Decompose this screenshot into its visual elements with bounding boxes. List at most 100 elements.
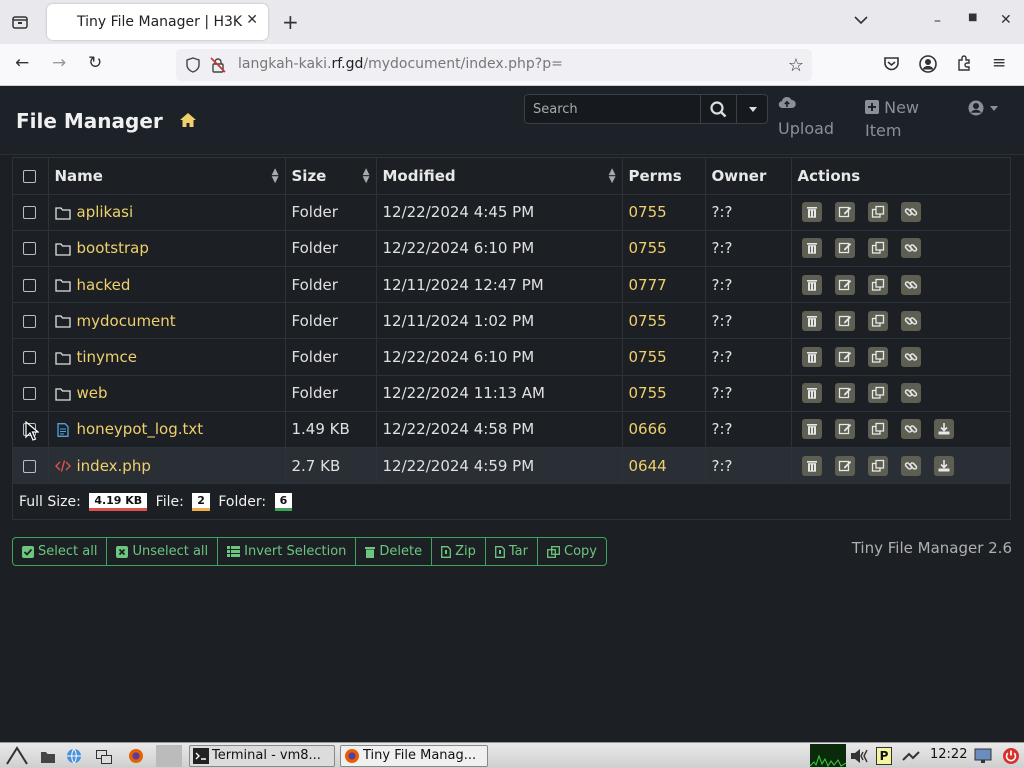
browser-tab-active[interactable]: Tiny File Manager | H3K ✕ <box>47 4 268 40</box>
table-row[interactable]: index.php 2.7 KB 12/22/2024 4:59 PM 0644… <box>13 447 1010 485</box>
search-dropdown-button[interactable] <box>736 95 768 123</box>
windows-icon[interactable] <box>96 749 112 768</box>
delete-action-button[interactable] <box>801 455 822 476</box>
account-icon[interactable] <box>919 55 937 77</box>
taskbar-browser[interactable]: Tiny File Manag... <box>340 745 488 767</box>
taskbar-clock[interactable]: 12:22 <box>930 747 967 762</box>
zip-button[interactable]: Zip <box>432 538 486 565</box>
row-checkbox[interactable] <box>23 314 36 328</box>
power-icon[interactable] <box>1002 747 1020 768</box>
file-name-link[interactable]: bootstrap <box>77 239 149 257</box>
select-all-checkbox[interactable] <box>23 169 36 183</box>
copy-action-button[interactable] <box>867 419 888 440</box>
delete-action-button[interactable] <box>801 419 822 440</box>
file-name-cell[interactable]: bootstrap <box>48 230 286 268</box>
column-header-name[interactable]: Name ▲ ▼ <box>48 158 286 195</box>
taskbar-terminal[interactable]: Terminal - vm8... <box>189 745 335 767</box>
display-icon[interactable] <box>974 748 992 768</box>
rename-action-button[interactable] <box>834 347 855 368</box>
direct-link-action-button[interactable] <box>900 455 921 476</box>
file-perms[interactable]: 0755 <box>622 194 706 231</box>
file-name-cell[interactable]: hacked <box>48 266 286 304</box>
file-name-cell[interactable]: aplikasi <box>48 194 286 231</box>
shield-icon[interactable] <box>185 57 201 77</box>
table-row[interactable]: honeypot_log.txt 1.49 KB 12/22/2024 4:58… <box>13 411 1010 449</box>
home-icon[interactable] <box>178 110 198 130</box>
column-header-modified[interactable]: Modified ▲ ▼ <box>376 158 623 195</box>
files-icon[interactable] <box>40 749 56 768</box>
file-name-link[interactable]: index.php <box>77 457 151 475</box>
row-checkbox[interactable] <box>23 459 36 473</box>
delete-action-button[interactable] <box>801 274 822 295</box>
search-input[interactable] <box>525 95 699 123</box>
row-checkbox[interactable] <box>23 351 36 365</box>
file-perms[interactable]: 0755 <box>622 375 706 412</box>
rename-action-button[interactable] <box>834 274 855 295</box>
file-name-cell[interactable]: web <box>48 375 286 412</box>
minimize-window-icon[interactable]: – <box>934 14 941 28</box>
download-action-button[interactable] <box>933 455 954 476</box>
copy-action-button[interactable] <box>867 310 888 331</box>
table-row[interactable]: mydocument Folder 12/11/2024 1:02 PM 075… <box>13 302 1010 340</box>
rename-action-button[interactable] <box>834 310 855 331</box>
column-header-size[interactable]: Size ▲ ▼ <box>285 158 377 195</box>
insecure-lock-icon[interactable] <box>210 57 226 77</box>
rename-action-button[interactable] <box>834 455 855 476</box>
file-perms[interactable]: 0755 <box>622 338 706 376</box>
rename-action-button[interactable] <box>834 202 855 223</box>
file-name-cell[interactable]: honeypot_log.txt <box>48 411 286 449</box>
delete-action-button[interactable] <box>801 347 822 368</box>
copy-action-button[interactable] <box>867 238 888 259</box>
copy-action-button[interactable] <box>867 347 888 368</box>
copy-action-button[interactable] <box>867 455 888 476</box>
table-row[interactable]: bootstrap Folder 12/22/2024 6:10 PM 0755… <box>13 230 1010 268</box>
reload-icon[interactable]: ↻ <box>88 55 102 72</box>
delete-button[interactable]: Delete <box>356 538 433 565</box>
user-menu[interactable] <box>966 98 1002 118</box>
file-perms[interactable]: 0666 <box>622 411 706 449</box>
sort-icon[interactable]: ▲ ▼ <box>609 168 616 185</box>
copy-action-button[interactable] <box>867 274 888 295</box>
close-tab-icon[interactable]: ✕ <box>246 12 258 28</box>
sort-icon[interactable]: ▲ ▼ <box>272 168 279 185</box>
bookmark-star-icon[interactable]: ☆ <box>788 55 804 76</box>
forward-icon[interactable]: → <box>52 55 66 72</box>
maximize-window-icon[interactable]: ■ <box>968 13 977 23</box>
file-name-cell[interactable]: tinymce <box>48 338 286 376</box>
file-name-link[interactable]: aplikasi <box>77 203 134 221</box>
unselect-all-button[interactable]: Unselect all <box>107 538 219 565</box>
direct-link-action-button[interactable] <box>900 202 921 223</box>
hamburger-menu-icon[interactable]: ≡ <box>992 55 1006 72</box>
file-name-link[interactable]: mydocument <box>77 312 176 330</box>
web-globe-icon[interactable] <box>66 748 82 768</box>
file-name-link[interactable]: honeypot_log.txt <box>77 420 204 438</box>
page-title[interactable]: File Manager <box>16 109 163 133</box>
search-button[interactable] <box>700 95 736 123</box>
rename-action-button[interactable] <box>834 419 855 440</box>
volume-icon[interactable] <box>850 748 874 768</box>
rename-action-button[interactable] <box>834 383 855 404</box>
file-name-link[interactable]: tinymce <box>77 348 138 366</box>
extensions-icon[interactable] <box>956 55 972 75</box>
new-item-link[interactable]: New Item <box>865 96 919 142</box>
tab-overview-icon[interactable] <box>12 14 28 33</box>
table-row[interactable]: web Folder 12/22/2024 11:13 AM 0755 ?:? <box>13 375 1010 412</box>
direct-link-action-button[interactable] <box>900 347 921 368</box>
delete-action-button[interactable] <box>801 238 822 259</box>
upload-link[interactable]: Upload <box>778 94 834 140</box>
firefox-launcher-icon[interactable] <box>128 748 144 768</box>
row-checkbox[interactable] <box>23 242 36 256</box>
file-name-cell[interactable]: mydocument <box>48 302 286 340</box>
row-checkbox[interactable] <box>23 278 36 292</box>
direct-link-action-button[interactable] <box>900 310 921 331</box>
row-checkbox[interactable] <box>23 387 36 401</box>
pocket-icon[interactable] <box>883 55 900 76</box>
network-icon[interactable] <box>902 748 920 768</box>
tab-list-chevron-icon[interactable] <box>854 14 868 28</box>
file-perms[interactable]: 0644 <box>622 447 706 485</box>
sort-icon[interactable]: ▲ ▼ <box>363 168 370 185</box>
table-row[interactable]: tinymce Folder 12/22/2024 6:10 PM 0755 ?… <box>13 338 1010 376</box>
file-perms[interactable]: 0755 <box>622 302 706 340</box>
table-row[interactable]: hacked Folder 12/11/2024 12:47 PM 0777 ?… <box>13 266 1010 304</box>
direct-link-action-button[interactable] <box>900 238 921 259</box>
